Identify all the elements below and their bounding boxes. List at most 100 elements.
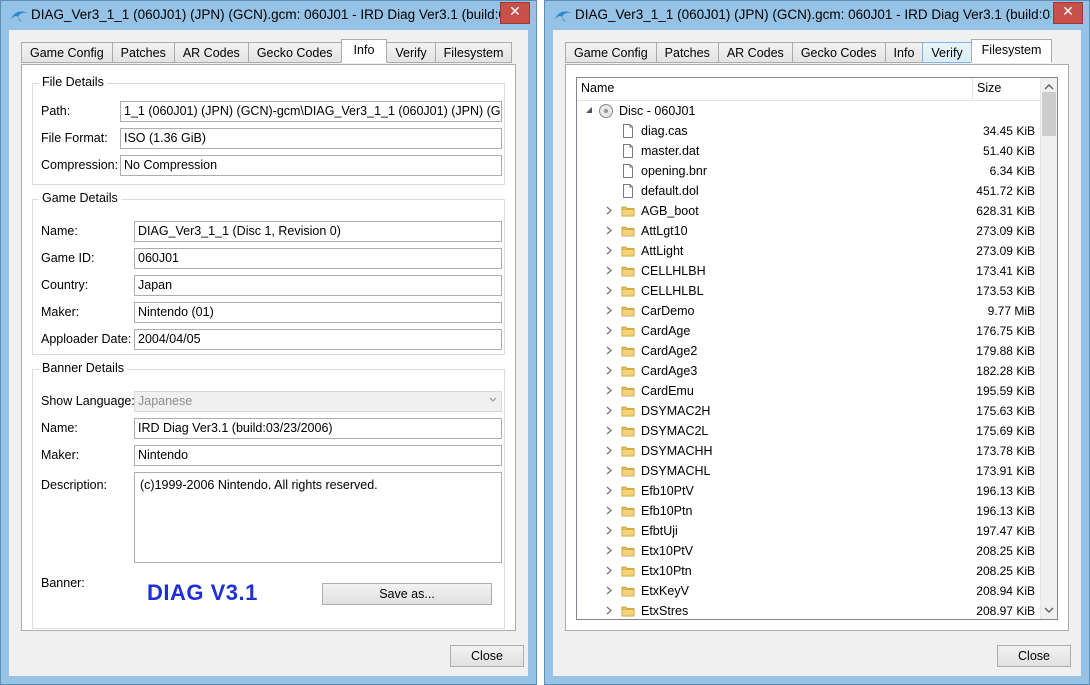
country-label: Country: xyxy=(41,278,89,292)
tree-folder-row[interactable]: CardEmu 195.59 KiB xyxy=(577,381,1041,401)
tree-folder-row[interactable]: Etx10Ptn 208.25 KiB xyxy=(577,561,1041,581)
collapsed-arrow-icon[interactable] xyxy=(605,506,613,515)
tree-item-name: AGB_boot xyxy=(641,204,699,218)
tree-root-row[interactable]: Disc - 060J01 xyxy=(577,101,1041,121)
tree-folder-row[interactable]: DSYMACHL 173.91 KiB xyxy=(577,461,1041,481)
tree-item-size: 208.97 KiB xyxy=(976,604,1035,618)
country-field[interactable]: Japan xyxy=(134,275,502,296)
tree-folder-row[interactable]: DSYMACHH 173.78 KiB xyxy=(577,441,1041,461)
right-close-button[interactable]: Close xyxy=(997,645,1071,667)
tab-ar-codes[interactable]: AR Codes xyxy=(173,42,249,63)
tree-folder-row[interactable]: CarDemo 9.77 MiB xyxy=(577,301,1041,321)
collapsed-arrow-icon[interactable] xyxy=(605,606,613,615)
banner-name-label: Name: xyxy=(41,421,78,435)
tree-folder-row[interactable]: AGB_boot 628.31 KiB xyxy=(577,201,1041,221)
tree-folder-row[interactable]: CardAge2 179.88 KiB xyxy=(577,341,1041,361)
collapsed-arrow-icon[interactable] xyxy=(605,446,613,455)
collapsed-arrow-icon[interactable] xyxy=(605,486,613,495)
collapsed-arrow-icon[interactable] xyxy=(605,566,613,575)
right-window-close-icon[interactable]: ✕ xyxy=(1053,2,1083,24)
tab-info[interactable]: Info xyxy=(340,39,388,63)
tab-gecko-codes[interactable]: Gecko Codes xyxy=(791,42,886,63)
tree-vertical-scrollbar[interactable] xyxy=(1040,78,1057,619)
collapsed-arrow-icon[interactable] xyxy=(605,286,613,295)
left-window-title: DIAG_Ver3_1_1 (060J01) (JPN) (GCN).gcm: … xyxy=(31,7,501,22)
game-name-field[interactable]: DIAG_Ver3_1_1 (Disc 1, Revision 0) xyxy=(134,221,502,242)
tree-item-name: CELLHLBL xyxy=(641,284,704,298)
right-titlebar[interactable]: DIAG_Ver3_1_1 (060J01) (JPN) (GCN).gcm: … xyxy=(545,1,1089,30)
tree-folder-row[interactable]: CELLHLBL 173.53 KiB xyxy=(577,281,1041,301)
tab-game-config[interactable]: Game Config xyxy=(565,42,657,63)
collapsed-arrow-icon[interactable] xyxy=(605,386,613,395)
tree-folder-row[interactable]: Efb10PtV 196.13 KiB xyxy=(577,481,1041,501)
filesystem-tree[interactable]: Name Size Disc - 060J01 diag.cas 34.45 Ki… xyxy=(576,77,1058,620)
tree-folder-row[interactable]: Etx10PtV 208.25 KiB xyxy=(577,541,1041,561)
description-field[interactable]: (c)1999-2006 Nintendo. All rights reserv… xyxy=(134,472,502,563)
column-header-size[interactable]: Size xyxy=(977,81,1001,95)
scroll-up-arrow-icon[interactable] xyxy=(1044,82,1054,92)
banner-details-legend: Banner Details xyxy=(39,361,127,375)
chevron-down-icon xyxy=(489,397,497,402)
tree-folder-row[interactable]: EtxStres 208.97 KiB xyxy=(577,601,1041,619)
collapsed-arrow-icon[interactable] xyxy=(605,326,613,335)
tree-file-row[interactable]: diag.cas 34.45 KiB xyxy=(577,121,1041,141)
tab-filesystem[interactable]: Filesystem xyxy=(434,42,513,63)
save-as-button[interactable]: Save as... xyxy=(322,583,492,605)
column-header-name[interactable]: Name xyxy=(581,81,614,95)
collapsed-arrow-icon[interactable] xyxy=(605,246,613,255)
tab-ar-codes[interactable]: AR Codes xyxy=(717,42,793,63)
banner-maker-field[interactable]: Nintendo xyxy=(134,445,502,466)
column-separator[interactable] xyxy=(972,78,973,100)
collapsed-arrow-icon[interactable] xyxy=(605,406,613,415)
collapsed-arrow-icon[interactable] xyxy=(605,426,613,435)
tree-folder-row[interactable]: EtxKeyV 208.94 KiB xyxy=(577,581,1041,601)
tree-item-size: 208.25 KiB xyxy=(976,564,1035,578)
left-window-close-icon[interactable]: ✕ xyxy=(500,2,530,24)
compression-field[interactable]: No Compression xyxy=(120,155,502,176)
left-titlebar[interactable]: DIAG_Ver3_1_1 (060J01) (JPN) (GCN).gcm: … xyxy=(1,1,536,30)
collapsed-arrow-icon[interactable] xyxy=(605,306,613,315)
tab-info[interactable]: Info xyxy=(884,42,924,63)
tree-folder-row[interactable]: DSYMAC2H 175.63 KiB xyxy=(577,401,1041,421)
tree-root-label: Disc - 060J01 xyxy=(619,104,696,118)
collapsed-arrow-icon[interactable] xyxy=(605,266,613,275)
tree-folder-row[interactable]: EfbtUji 197.47 KiB xyxy=(577,521,1041,541)
tab-patches[interactable]: Patches xyxy=(655,42,719,63)
tab-game-config[interactable]: Game Config xyxy=(21,42,113,63)
collapsed-arrow-icon[interactable] xyxy=(605,206,613,215)
left-close-button[interactable]: Close xyxy=(450,645,524,667)
path-field[interactable]: 1_1 (060J01) (JPN) (GCN)-gcm\DIAG_Ver3_1… xyxy=(120,101,502,122)
collapsed-arrow-icon[interactable] xyxy=(605,526,613,535)
scroll-thumb[interactable] xyxy=(1042,92,1056,136)
banner-name-field[interactable]: IRD Diag Ver3.1 (build:03/23/2006) xyxy=(134,418,502,439)
tree-folder-row[interactable]: AttLgt10 273.09 KiB xyxy=(577,221,1041,241)
collapsed-arrow-icon[interactable] xyxy=(605,546,613,555)
apploader-date-field[interactable]: 2004/04/05 xyxy=(134,329,502,350)
collapsed-arrow-icon[interactable] xyxy=(605,226,613,235)
collapsed-arrow-icon[interactable] xyxy=(605,366,613,375)
file-format-field[interactable]: ISO (1.36 GiB) xyxy=(120,128,502,149)
collapsed-arrow-icon[interactable] xyxy=(605,586,613,595)
collapsed-arrow-icon[interactable] xyxy=(605,346,613,355)
tree-folder-row[interactable]: CardAge 176.75 KiB xyxy=(577,321,1041,341)
tree-folder-row[interactable]: Efb10Ptn 196.13 KiB xyxy=(577,501,1041,521)
tab-verify[interactable]: Verify xyxy=(922,42,972,63)
tree-file-row[interactable]: default.dol 451.72 KiB xyxy=(577,181,1041,201)
show-language-dropdown[interactable]: Japanese xyxy=(134,391,502,412)
tab-filesystem[interactable]: Filesystem xyxy=(970,39,1053,63)
game-id-field[interactable]: 060J01 xyxy=(134,248,502,269)
collapsed-arrow-icon[interactable] xyxy=(605,466,613,475)
tree-file-row[interactable]: master.dat 51.40 KiB xyxy=(577,141,1041,161)
scroll-down-arrow-icon[interactable] xyxy=(1044,605,1054,615)
tab-patches[interactable]: Patches xyxy=(111,42,175,63)
tree-folder-row[interactable]: CardAge3 182.28 KiB xyxy=(577,361,1041,381)
tab-gecko-codes[interactable]: Gecko Codes xyxy=(247,42,342,63)
maker-field[interactable]: Nintendo (01) xyxy=(134,302,502,323)
tree-folder-row[interactable]: DSYMAC2L 175.69 KiB xyxy=(577,421,1041,441)
tab-verify[interactable]: Verify xyxy=(386,42,436,63)
tree-folder-row[interactable]: CELLHLBH 173.41 KiB xyxy=(577,261,1041,281)
tree-folder-row[interactable]: AttLight 273.09 KiB xyxy=(577,241,1041,261)
tree-item-size: 196.13 KiB xyxy=(976,484,1035,498)
tree-file-row[interactable]: opening.bnr 6.34 KiB xyxy=(577,161,1041,181)
right-window: DIAG_Ver3_1_1 (060J01) (JPN) (GCN).gcm: … xyxy=(544,0,1090,685)
